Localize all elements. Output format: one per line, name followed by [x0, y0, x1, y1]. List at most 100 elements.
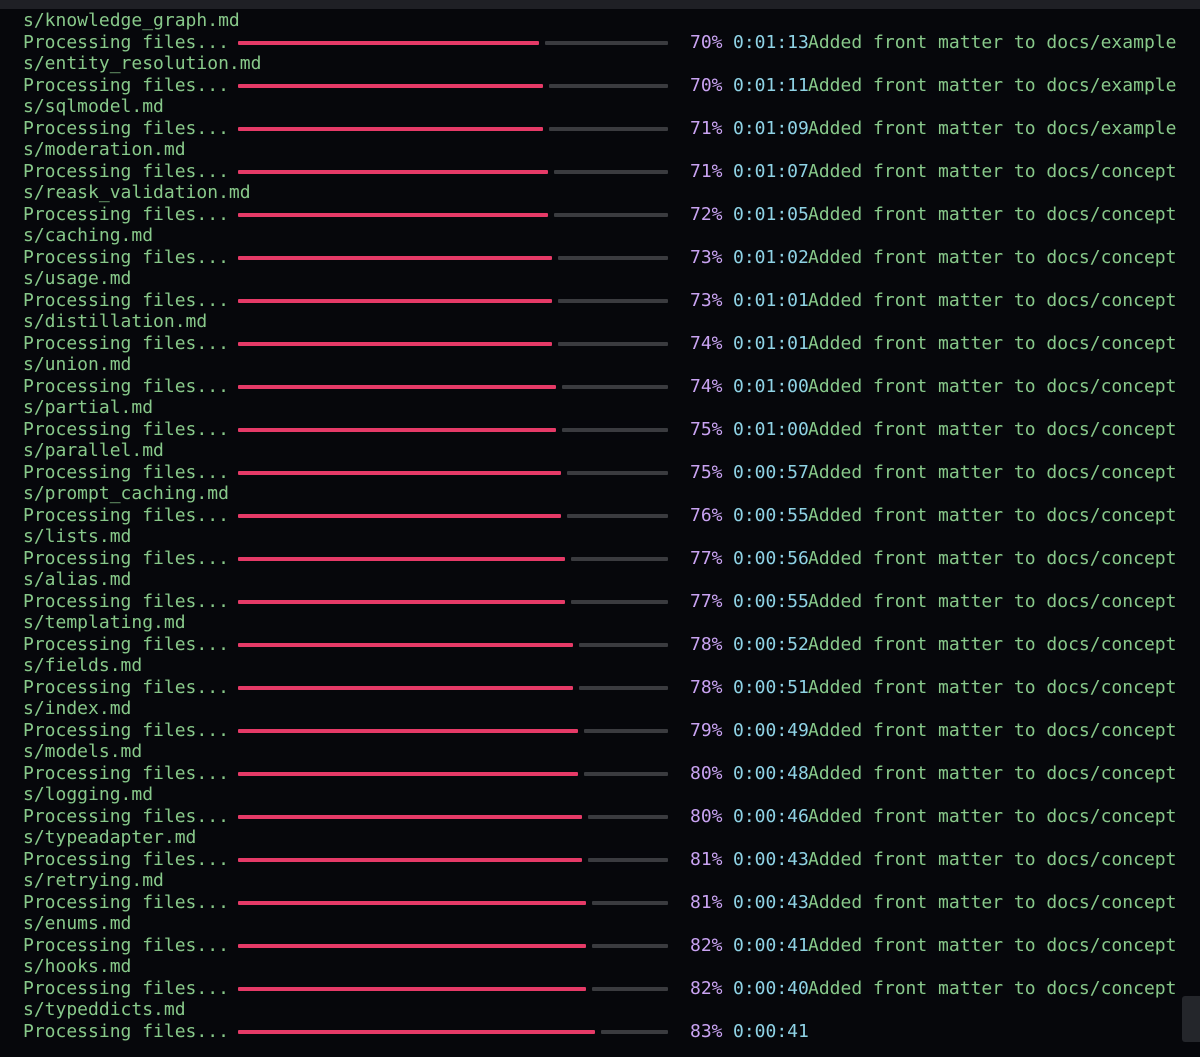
status-message: Added front matter to docs/concept: [808, 419, 1177, 440]
progress-percent: 81%: [690, 849, 723, 870]
progress-percent: 73%: [690, 247, 723, 268]
scrollbar-thumb[interactable]: [1182, 996, 1200, 1042]
time-remaining: 0:01:07: [733, 161, 809, 182]
progress-line: Processing files... 71% 0:01:07 Added front…: [0, 161, 1200, 182]
status-message: Added front matter to docs/example: [808, 32, 1177, 53]
progress-line: Processing files... 75% 0:01:00 Added front…: [0, 419, 1200, 440]
time-remaining: 0:00:55: [733, 505, 809, 526]
time-remaining: 0:01:11: [733, 75, 809, 96]
file-name-line: s/index.md: [0, 698, 1200, 719]
progress-label: Processing files...: [23, 720, 229, 741]
time-remaining: 0:00:51: [733, 677, 809, 698]
file-name-line: s/partial.md: [0, 397, 1200, 418]
file-name-line: s/entity_resolution.md: [0, 53, 1200, 74]
status-message: Added front matter to docs/concept: [808, 634, 1177, 655]
file-name: s/sqlmodel.md: [23, 96, 164, 117]
time-remaining: 0:00:49: [733, 720, 809, 741]
progress-label: Processing files...: [23, 978, 229, 999]
progress-label: Processing files...: [23, 75, 229, 96]
progress-bar-remaining: [545, 41, 668, 45]
progress-bar-remaining: [601, 1030, 668, 1034]
progress-percent: 75%: [690, 462, 723, 483]
file-name-line: s/logging.md: [0, 784, 1200, 805]
progress-bar-remaining: [588, 858, 668, 862]
file-name-line: s/sqlmodel.md: [0, 96, 1200, 117]
progress-label: Processing files...: [23, 333, 229, 354]
progress-line: Processing files... 70% 0:01:13 Added front…: [0, 32, 1200, 53]
status-message: Added front matter to docs/concept: [808, 935, 1177, 956]
time-remaining: 0:00:43: [733, 849, 809, 870]
progress-bar-remaining: [571, 557, 668, 561]
file-name-line: s/alias.md: [0, 569, 1200, 590]
progress-label: Processing files...: [23, 505, 229, 526]
progress-bar-remaining: [554, 170, 668, 174]
progress-label: Processing files...: [23, 548, 229, 569]
progress-label: Processing files...: [23, 118, 229, 139]
file-name-line: s/templating.md: [0, 612, 1200, 633]
progress-bar-complete: [238, 514, 561, 518]
progress-bar-remaining: [549, 127, 668, 131]
status-message: Added front matter to docs/concept: [808, 892, 1177, 913]
progress-percent: 74%: [690, 333, 723, 354]
file-name: s/logging.md: [23, 784, 154, 805]
progress-bar-remaining: [558, 256, 668, 260]
progress-line: Processing files... 82% 0:00:40 Added front…: [0, 978, 1200, 999]
progress-bar-complete: [238, 557, 565, 561]
progress-line: Processing files... 80% 0:00:48 Added front…: [0, 763, 1200, 784]
terminal-output[interactable]: s/knowledge_graph.md Processing files... 7…: [0, 9, 1200, 1057]
time-remaining: 0:01:00: [733, 376, 809, 397]
progress-percent: 80%: [690, 806, 723, 827]
status-message: Added front matter to docs/concept: [808, 290, 1177, 311]
file-name: s/typeddicts.md: [23, 999, 186, 1020]
progress-label: Processing files...: [23, 591, 229, 612]
time-remaining: 0:00:46: [733, 806, 809, 827]
time-remaining: 0:00:48: [733, 763, 809, 784]
file-name: s/models.md: [23, 741, 143, 762]
time-remaining: 0:00:52: [733, 634, 809, 655]
time-remaining: 0:00:56: [733, 548, 809, 569]
progress-percent: 80%: [690, 763, 723, 784]
progress-bar-complete: [238, 342, 552, 346]
progress-bar-remaining: [579, 643, 668, 647]
status-message: Added front matter to docs/concept: [808, 505, 1177, 526]
status-message: Added front matter to docs/concept: [808, 677, 1177, 698]
progress-percent: 72%: [690, 204, 723, 225]
progress-percent: 77%: [690, 548, 723, 569]
status-message: Added front matter to docs/concept: [808, 763, 1177, 784]
progress-bar-remaining: [592, 901, 668, 905]
file-name: s/caching.md: [23, 225, 154, 246]
progress-line: Processing files... 81% 0:00:43 Added front…: [0, 849, 1200, 870]
file-name-line: s/enums.md: [0, 913, 1200, 934]
status-message: Added front matter to docs/concept: [808, 204, 1177, 225]
progress-line: Processing files... 75% 0:00:57 Added front…: [0, 462, 1200, 483]
progress-line: Processing files... 77% 0:00:55 Added front…: [0, 591, 1200, 612]
file-name-line: s/models.md: [0, 741, 1200, 762]
file-name-line: s/parallel.md: [0, 440, 1200, 461]
progress-bar-remaining: [584, 772, 668, 776]
time-remaining: 0:01:00: [733, 419, 809, 440]
progress-percent: 73%: [690, 290, 723, 311]
progress-label: Processing files...: [23, 419, 229, 440]
progress-bar-complete: [238, 170, 548, 174]
progress-percent: 79%: [690, 720, 723, 741]
file-name: s/typeadapter.md: [23, 827, 197, 848]
file-name: s/enums.md: [23, 913, 132, 934]
progress-percent: 78%: [690, 677, 723, 698]
progress-line: Processing files... 82% 0:00:41 Added front…: [0, 935, 1200, 956]
file-name: s/entity_resolution.md: [23, 53, 262, 74]
progress-percent: 70%: [690, 32, 723, 53]
progress-line: Processing files... 73% 0:01:02 Added front…: [0, 247, 1200, 268]
file-name: s/alias.md: [23, 569, 132, 590]
file-name: s/lists.md: [23, 526, 132, 547]
progress-percent: 82%: [690, 978, 723, 999]
progress-label: Processing files...: [23, 849, 229, 870]
status-message: Added front matter to docs/concept: [808, 591, 1177, 612]
progress-line: Processing files... 76% 0:00:55 Added front…: [0, 505, 1200, 526]
progress-bar-remaining: [558, 299, 668, 303]
progress-label: Processing files...: [23, 462, 229, 483]
progress-label: Processing files...: [23, 204, 229, 225]
file-name: s/retrying.md: [23, 870, 164, 891]
progress-line: Processing files... 79% 0:00:49 Added front…: [0, 720, 1200, 741]
file-name-line: s/caching.md: [0, 225, 1200, 246]
progress-bar-complete: [238, 643, 573, 647]
